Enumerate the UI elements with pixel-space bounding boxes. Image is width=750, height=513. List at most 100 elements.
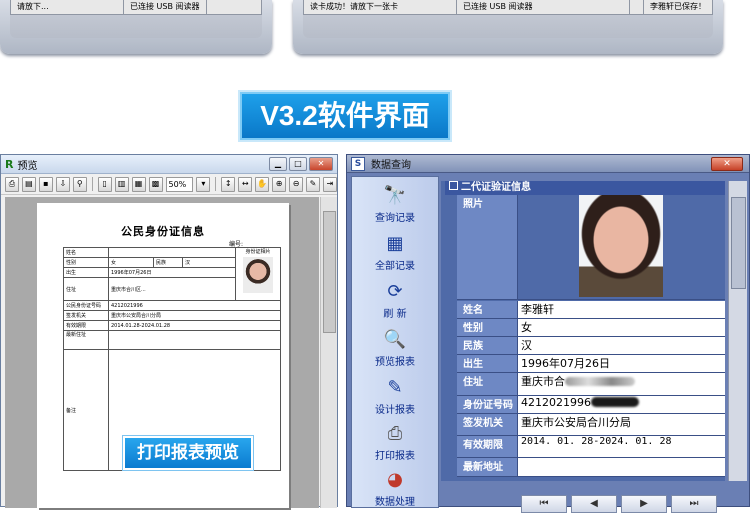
nav-design-report[interactable]: ✎ 设计报表 <box>352 377 438 416</box>
status-read-ok: 读卡成功！请放下一张卡 <box>304 0 457 14</box>
minimize-button[interactable]: ▁ <box>269 157 287 171</box>
field-label: 有效期限 <box>457 436 517 457</box>
last-record-button[interactable]: ⏭ <box>671 495 717 513</box>
design-icon: ✎ <box>387 377 403 398</box>
scroll-thumb[interactable] <box>323 211 336 333</box>
nav-preview-report[interactable]: 🔍 预览报表 <box>352 329 438 368</box>
field-value: 女 <box>517 319 725 336</box>
zoom-select[interactable]: 50% <box>165 176 194 192</box>
cell-value: 2014.01.28-2024.01.28 <box>108 320 281 331</box>
scroll-thumb[interactable] <box>731 197 746 289</box>
vertical-scrollbar[interactable] <box>728 181 747 481</box>
table-row: 签发机关 重庆市公安局合川分局 <box>63 310 281 321</box>
cell-value: 重庆市公安局合川分局 <box>108 310 281 321</box>
query-window: S 数据查询 ✕ 🔭 查询记录 ▦ 全部记录 ⟳ 刷 新 🔍 预览报表 ✎ 设计… <box>346 154 750 513</box>
address-text: 重庆市合 <box>521 375 565 388</box>
maximize-button[interactable]: □ <box>289 157 307 171</box>
window-frame: 读卡成功！请放下一张卡 已连接 USB 阅读器 李雅轩已保存！ <box>303 0 713 38</box>
nav-print-report[interactable]: ⎙ 打印报表 <box>352 423 438 462</box>
nav-query-records[interactable]: 🔭 查询记录 <box>352 185 438 224</box>
field-value: 1996年07月26日 <box>517 355 725 372</box>
cell-value: 4212021996 <box>108 300 281 311</box>
redacted-mark <box>591 397 639 407</box>
find-icon[interactable]: ⚲ <box>72 176 87 192</box>
save-icon[interactable]: ▪ <box>38 176 53 192</box>
nav-all-records[interactable]: ▦ 全部记录 <box>352 233 438 272</box>
field-row-latest-address: 最新地址 <box>457 458 725 477</box>
page-view-icon[interactable]: ▯ <box>97 176 112 192</box>
nav-data-processing[interactable]: ◕ 数据处理 <box>352 469 438 508</box>
thumbnail-icon[interactable]: ▩ <box>148 176 163 192</box>
edit-icon[interactable]: ✎ <box>306 176 320 192</box>
two-page-icon[interactable]: ▥ <box>114 176 129 192</box>
query-titlebar: S 数据查询 ✕ <box>347 155 749 173</box>
cell-value <box>108 330 281 350</box>
hand-icon[interactable]: ✋ <box>255 176 270 192</box>
nav-label: 查询记录 <box>375 213 415 224</box>
cell-label: 备注 <box>63 349 109 471</box>
cell-value: 1996年07月26日 <box>108 267 236 278</box>
field-value: 李雅轩 <box>517 301 725 318</box>
nav-label: 打印报表 <box>375 451 415 462</box>
group-title: 二代证验证信息 <box>461 182 531 193</box>
vertical-scrollbar[interactable] <box>320 197 337 508</box>
window-title: 预览 <box>17 160 38 172</box>
zoom-in-icon[interactable]: ⊕ <box>272 176 287 192</box>
window-title: 数据查询 <box>371 160 411 171</box>
status-bar: 读卡成功！请放下一张卡 已连接 USB 阅读器 李雅轩已保存！ <box>303 0 713 15</box>
first-record-button[interactable]: ⏮ <box>521 495 567 513</box>
field-row-issuer: 签发机关 重庆市公安局合川分局 <box>457 414 725 436</box>
collapse-icon[interactable] <box>449 181 458 190</box>
print-icon[interactable]: ⎙ <box>5 176 19 192</box>
preview-titlebar: R 预览 ▁ □ ✕ <box>1 155 337 174</box>
field-value: 重庆市公安局合川分局 <box>517 414 725 435</box>
field-label: 照片 <box>457 195 517 299</box>
magnifier-icon: 🔍 <box>383 329 407 350</box>
preview-overlay-label: 打印报表预览 <box>123 436 253 470</box>
multi-page-icon[interactable]: ▦ <box>131 176 146 192</box>
previous-screenshot-left: 请放下... 已连接 USB 阅读器 <box>0 0 272 54</box>
zoom-dropdown-icon[interactable]: ▾ <box>196 176 211 192</box>
app-icon: R <box>5 157 14 171</box>
close-button[interactable]: ✕ <box>711 157 743 171</box>
prev-record-button[interactable]: ◀ <box>571 495 617 513</box>
cell-label: 签发机关 <box>63 310 109 321</box>
fit-icon[interactable]: ↕ <box>221 176 236 192</box>
binoculars-icon: 🔭 <box>383 185 407 206</box>
nav-label: 预览报表 <box>375 357 415 368</box>
exit-icon[interactable]: ⇥ <box>323 176 337 192</box>
open-icon[interactable]: ▤ <box>21 176 36 192</box>
status-connected: 已连接 USB 阅读器 <box>457 0 630 14</box>
table-row: 公民身份证号码 4212021996 <box>63 300 281 311</box>
field-label: 出生 <box>457 355 517 372</box>
previous-screenshot-right: 读卡成功！请放下一张卡 已连接 USB 阅读器 李雅轩已保存！ <box>293 0 723 54</box>
field-value: 汉 <box>517 337 725 354</box>
field-value: 重庆市合 <box>517 373 725 395</box>
preview-window: R 预览 ▁ □ ✕ ⎙ ▤ ▪ ⇩ ⚲ ▯ ▥ ▦ ▩ 50% ▾ ↕ ↔ ✋… <box>0 154 338 508</box>
preview-toolbar: ⎙ ▤ ▪ ⇩ ⚲ ▯ ▥ ▦ ▩ 50% ▾ ↕ ↔ ✋ ⊕ ⊖ ✎ ⇥ <box>1 174 337 195</box>
next-record-button[interactable]: ▶ <box>621 495 667 513</box>
export-icon[interactable]: ⇩ <box>55 176 70 192</box>
field-label: 民族 <box>457 337 517 354</box>
version-banner: V3.2软件界面 <box>240 92 450 140</box>
field-row-ethnic: 民族 汉 <box>457 337 725 355</box>
nav-refresh[interactable]: ⟳ 刷 新 <box>352 281 438 320</box>
group-header[interactable]: 二代证验证信息 <box>445 181 725 195</box>
refresh-icon: ⟳ <box>387 281 403 302</box>
record-navigation: ⏮ ◀ ▶ ⏭ <box>521 495 717 513</box>
fit-width-icon[interactable]: ↔ <box>238 176 253 192</box>
table-row: 有效期限 2014.01.28-2024.01.28 <box>63 320 281 331</box>
field-label: 性别 <box>457 319 517 336</box>
cell-label: 住址 <box>63 277 109 301</box>
zoom-out-icon[interactable]: ⊖ <box>289 176 304 192</box>
field-row-validity: 有效期限 2014. 01. 28-2024. 01. 28 <box>457 436 725 458</box>
cell-value: 女 <box>108 257 154 268</box>
field-value: 4212021996 <box>517 396 725 413</box>
photo-header: 身份证相片 <box>245 249 271 255</box>
status-saved: 李雅轩已保存！ <box>643 0 712 14</box>
separator <box>91 177 93 191</box>
printer-icon: ⎙ <box>387 423 403 444</box>
grid-icon: ▦ <box>386 233 404 254</box>
close-button[interactable]: ✕ <box>309 157 333 171</box>
photo-cell: 身份证相片 <box>235 247 281 301</box>
